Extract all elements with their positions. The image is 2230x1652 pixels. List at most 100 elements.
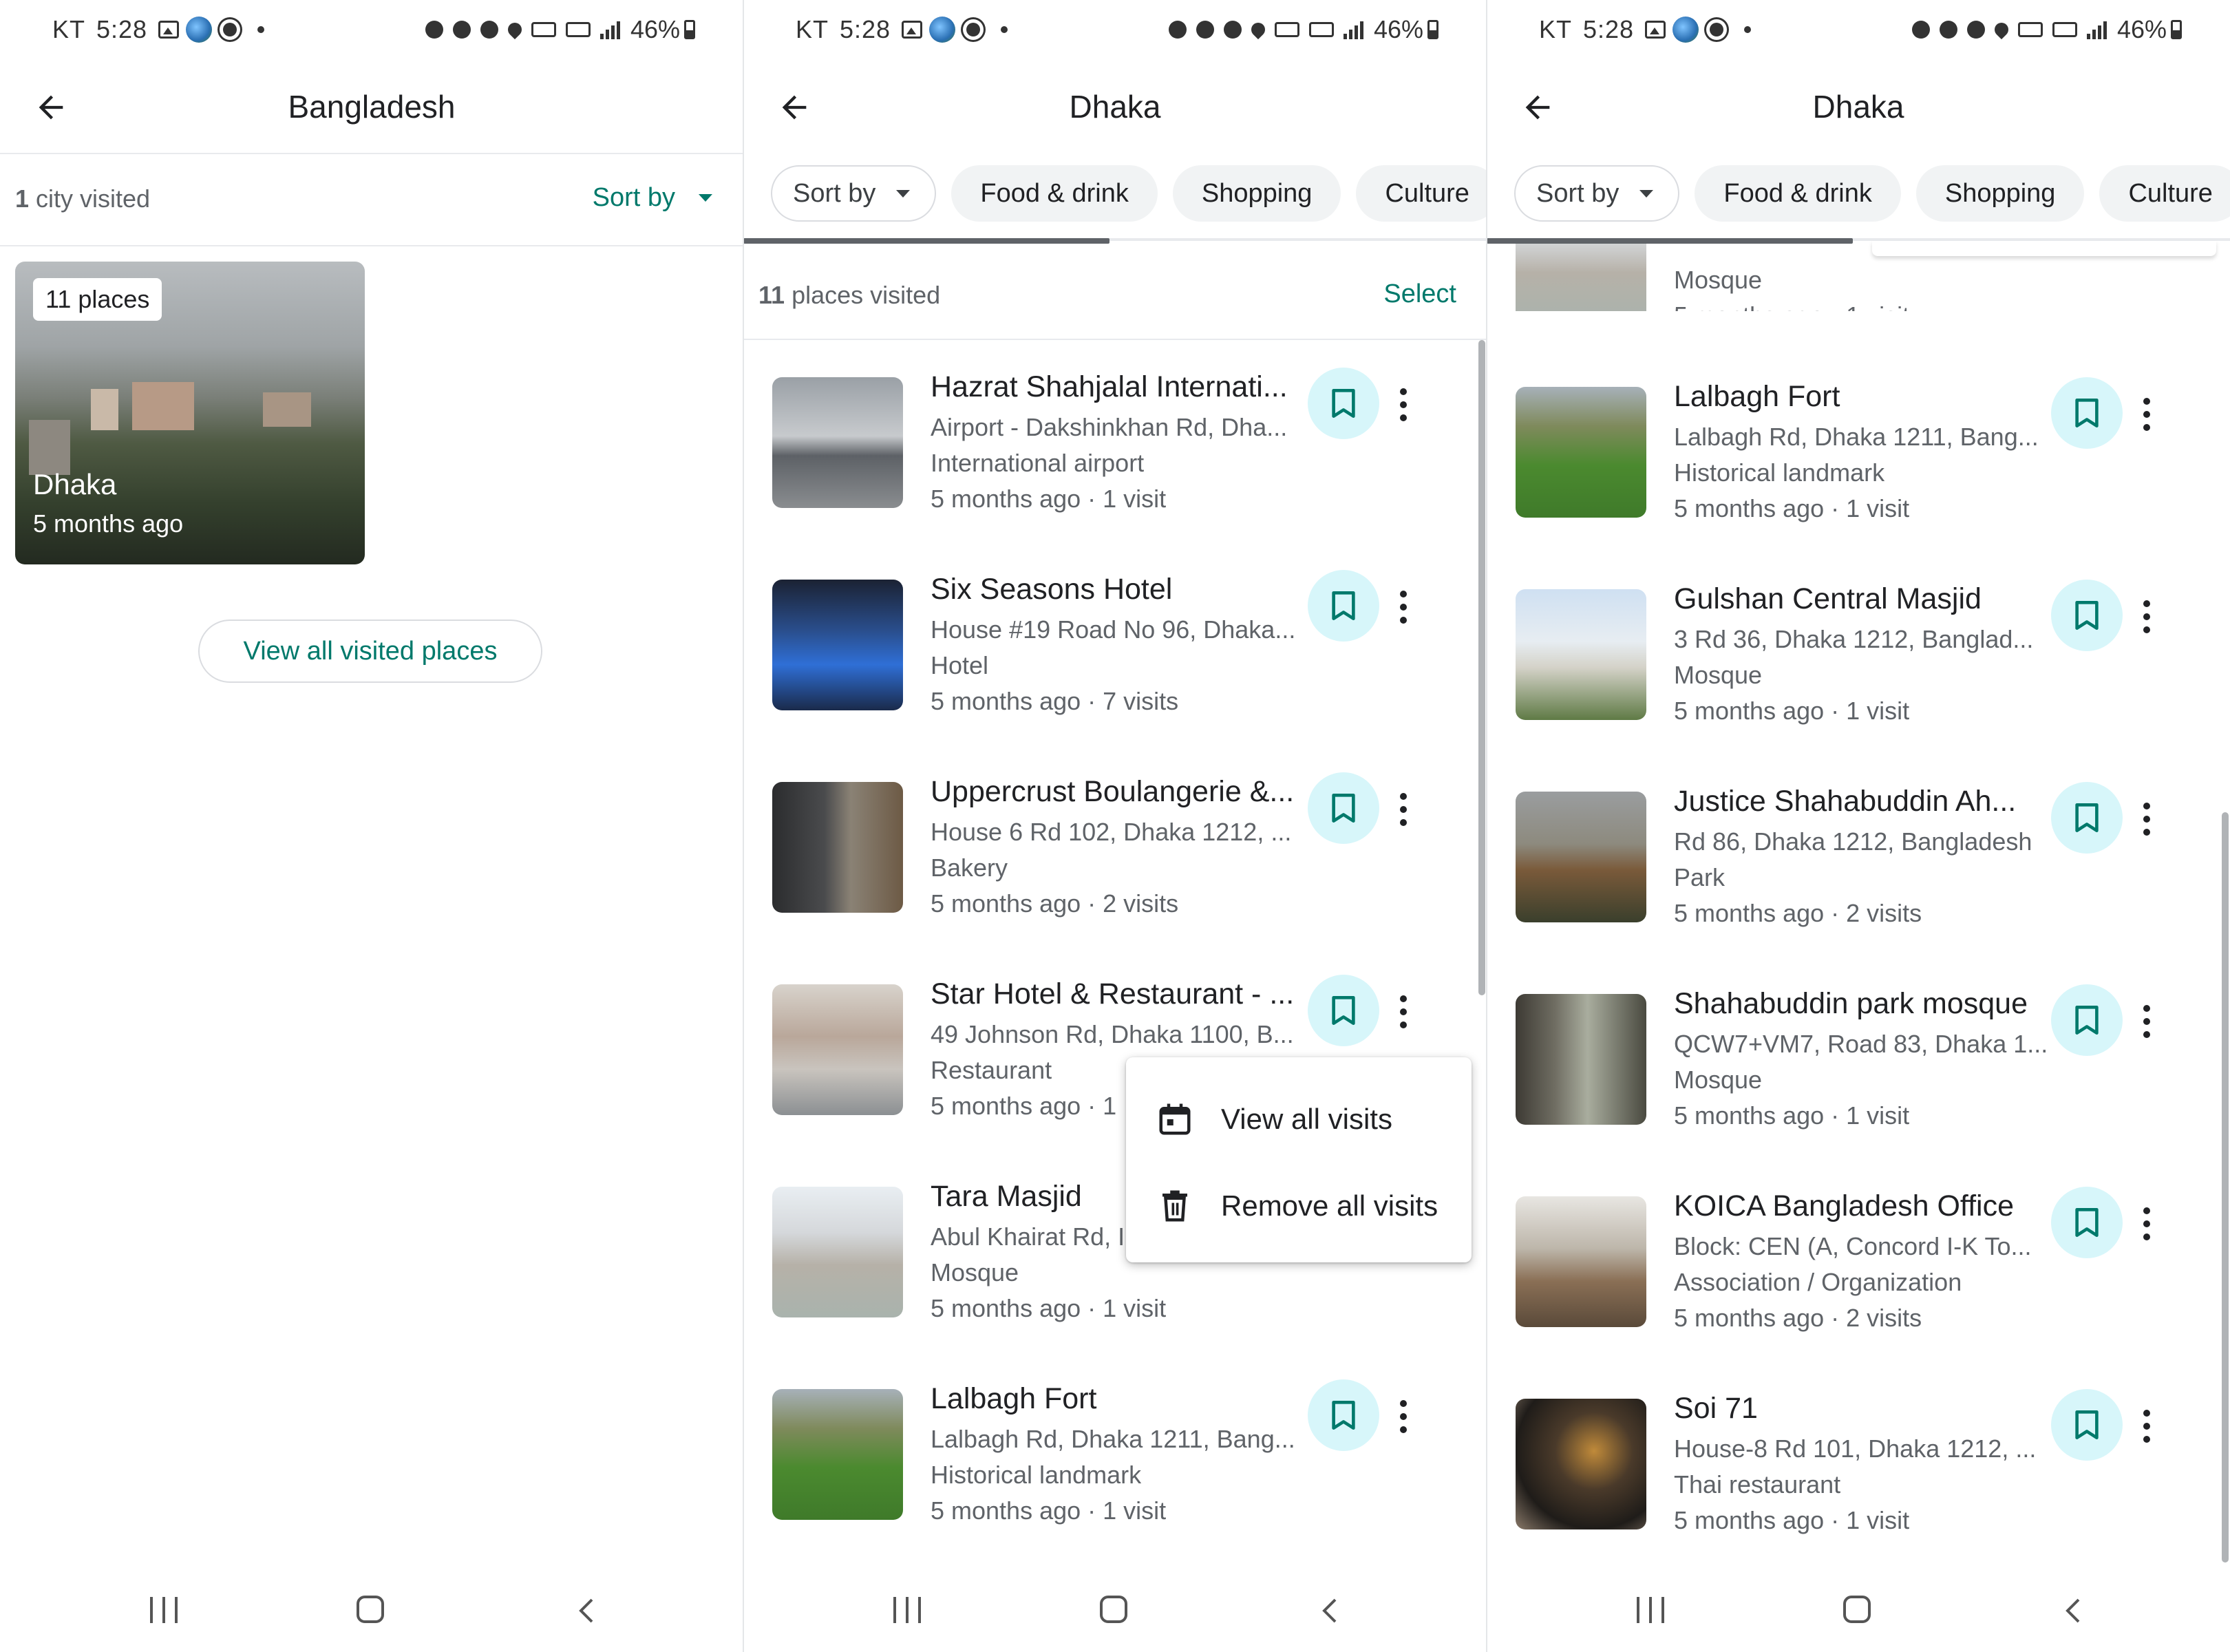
place-row[interactable]: KOICA Bangladesh Office Block: CEN (A, C…: [1487, 1187, 2202, 1389]
place-category: Mosque: [1674, 1066, 1763, 1094]
bookmark-button[interactable]: [2051, 1389, 2123, 1461]
place-row[interactable]: Justice Shahabuddin Ah... Rd 86, Dhaka 1…: [1487, 782, 2202, 984]
bookmark-button[interactable]: [1308, 1379, 1379, 1451]
places-visited-text: places visited: [785, 281, 941, 309]
place-address: QCW7+VM7, Road 83, Dhaka 1...: [1674, 1030, 2046, 1058]
brightness-icon: [966, 23, 981, 36]
food-drink-chip[interactable]: Food & drink: [951, 165, 1158, 222]
more-vert-icon[interactable]: [2142, 1207, 2152, 1245]
culture-chip[interactable]: Culture: [2099, 165, 2230, 222]
bookmark-button[interactable]: [1308, 368, 1379, 439]
place-category: Mosque: [1674, 266, 1763, 294]
bluetooth-icon: [1939, 21, 1957, 39]
bookmark-icon: [1332, 389, 1355, 418]
place-category: Park: [1674, 863, 1725, 891]
place-address: Lalbagh Rd, Dhaka 1211, Bang...: [931, 1425, 1295, 1453]
bookmark-button[interactable]: [2051, 1187, 2123, 1258]
bookmark-icon: [1332, 591, 1355, 620]
more-vert-icon[interactable]: [2142, 600, 2152, 637]
place-row[interactable]: Hazrat Shahjalal Internati... Airport - …: [743, 368, 1459, 570]
battery-icon: [684, 20, 695, 39]
home-icon[interactable]: [357, 1596, 384, 1623]
nav-back-icon[interactable]: [571, 1594, 604, 1627]
sort-by-button[interactable]: Sort by: [593, 183, 712, 213]
sort-by-label: Sort by: [1536, 178, 1620, 208]
home-icon[interactable]: [1843, 1596, 1871, 1623]
more-vert-icon[interactable]: [2142, 1410, 2152, 1447]
home-icon[interactable]: [1100, 1596, 1127, 1623]
place-visits: 5 months ago · 1 visit: [931, 1294, 1167, 1322]
place-row[interactable]: Six Seasons Hotel House #19 Road No 96, …: [743, 570, 1459, 772]
bookmark-button[interactable]: [2051, 984, 2123, 1056]
shopping-chip[interactable]: Shopping: [1915, 165, 2085, 222]
place-row[interactable]: Lalbagh Fort Lalbagh Rd, Dhaka 1211, Ban…: [1487, 377, 2202, 580]
scrollbar[interactable]: [1478, 340, 1485, 995]
bookmark-button[interactable]: [1308, 772, 1379, 844]
place-category: Thai restaurant: [1674, 1470, 1841, 1499]
place-thumbnail: [1516, 387, 1646, 518]
more-vert-icon[interactable]: [2142, 398, 2152, 435]
recents-icon[interactable]: [1637, 1597, 1674, 1623]
place-name: Uppercrust Boulangerie &...: [931, 775, 1295, 808]
food-drink-chip[interactable]: Food & drink: [1695, 165, 1901, 222]
globe-icon: [1672, 17, 1699, 43]
menu-item-remove-all-visits[interactable]: Remove all visits: [1126, 1165, 1472, 1247]
bookmark-button[interactable]: [2051, 377, 2123, 449]
bookmark-button[interactable]: [1308, 975, 1379, 1046]
more-vert-icon[interactable]: [1399, 793, 1408, 830]
bookmark-icon: [2075, 1006, 2099, 1035]
place-address: Rd 86, Dhaka 1212, Bangladesh: [1674, 827, 2032, 856]
location-icon: [1248, 19, 1268, 40]
nav-back-icon[interactable]: [2058, 1594, 2091, 1627]
hd-icon: [1274, 22, 1299, 37]
sort-by-chip[interactable]: Sort by: [771, 165, 937, 222]
place-address: Lalbagh Rd, Dhaka 1211, Bang...: [1674, 423, 2039, 451]
more-vert-icon[interactable]: [2142, 803, 2152, 840]
more-vert-icon[interactable]: [1399, 1400, 1408, 1437]
place-row[interactable]: Soi 71 House-8 Rd 101, Dhaka 1212, ... T…: [1487, 1389, 2202, 1591]
sort-by-chip[interactable]: Sort by: [1514, 165, 1680, 222]
place-address: Block: CEN (A, Concord I-K To...: [1674, 1232, 2032, 1260]
culture-chip[interactable]: Culture: [1356, 165, 1487, 222]
filter-chip-row: Sort by Food & drink Shopping Culture: [771, 165, 1487, 222]
battery-level: 46%: [1373, 15, 1423, 43]
place-name: Six Seasons Hotel: [931, 573, 1173, 606]
select-button[interactable]: Select: [1383, 279, 1456, 309]
bookmark-button[interactable]: [2051, 782, 2123, 854]
bookmark-button[interactable]: [2051, 580, 2123, 651]
place-row[interactable]: Shahabuddin park mosque QCW7+VM7, Road 8…: [1487, 984, 2202, 1187]
view-all-visited-places-button[interactable]: View all visited places: [198, 620, 542, 683]
caret-down-icon: [699, 194, 712, 202]
place-visits: 5 months ago · 2 visits: [1674, 899, 1922, 927]
shopping-chip[interactable]: Shopping: [1172, 165, 1341, 222]
place-row[interactable]: Lalbagh Fort Lalbagh Rd, Dhaka 1211, Ban…: [743, 1379, 1459, 1582]
city-last-visit: 5 months ago: [33, 509, 184, 538]
status-carrier: KT: [1539, 15, 1573, 43]
nav-back-icon[interactable]: [1315, 1594, 1348, 1627]
app-bar: Bangladesh: [0, 62, 743, 153]
place-thumbnail: [1516, 1399, 1646, 1529]
recents-icon[interactable]: [893, 1597, 931, 1623]
status-time: 5:28: [1583, 15, 1635, 43]
city-card-dhaka[interactable]: 11 places Dhaka 5 months ago: [15, 262, 365, 564]
place-row[interactable]: Uppercrust Boulangerie &... House 6 Rd 1…: [743, 772, 1459, 975]
status-bar: KT 5:28 46%: [0, 0, 743, 62]
more-vert-icon[interactable]: [1399, 995, 1408, 1032]
scrollbar[interactable]: [2222, 812, 2229, 1563]
signal-icon: [2086, 20, 2109, 39]
tab-indicator: [1487, 238, 1853, 244]
more-vert-icon[interactable]: [2142, 1005, 2152, 1042]
bookmark-button[interactable]: [1308, 570, 1379, 642]
location-icon: [1991, 19, 2012, 40]
place-row[interactable]: Gulshan Central Masjid 3 Rd 36, Dhaka 12…: [1487, 580, 2202, 782]
page-title: Bangladesh: [288, 89, 456, 125]
place-visits: 5 months ago · 1 visit: [1674, 301, 1910, 330]
menu-item-view-all-visits[interactable]: View all visits: [1126, 1078, 1472, 1161]
sort-by-label: Sort by: [592, 183, 675, 212]
place-category: International airport: [931, 449, 1145, 477]
more-vert-icon[interactable]: [1399, 388, 1408, 425]
more-vert-icon[interactable]: [1399, 591, 1408, 628]
place-name: Justice Shahabuddin Ah...: [1674, 785, 2017, 818]
gallery-icon: [902, 21, 923, 39]
recents-icon[interactable]: [150, 1597, 187, 1623]
